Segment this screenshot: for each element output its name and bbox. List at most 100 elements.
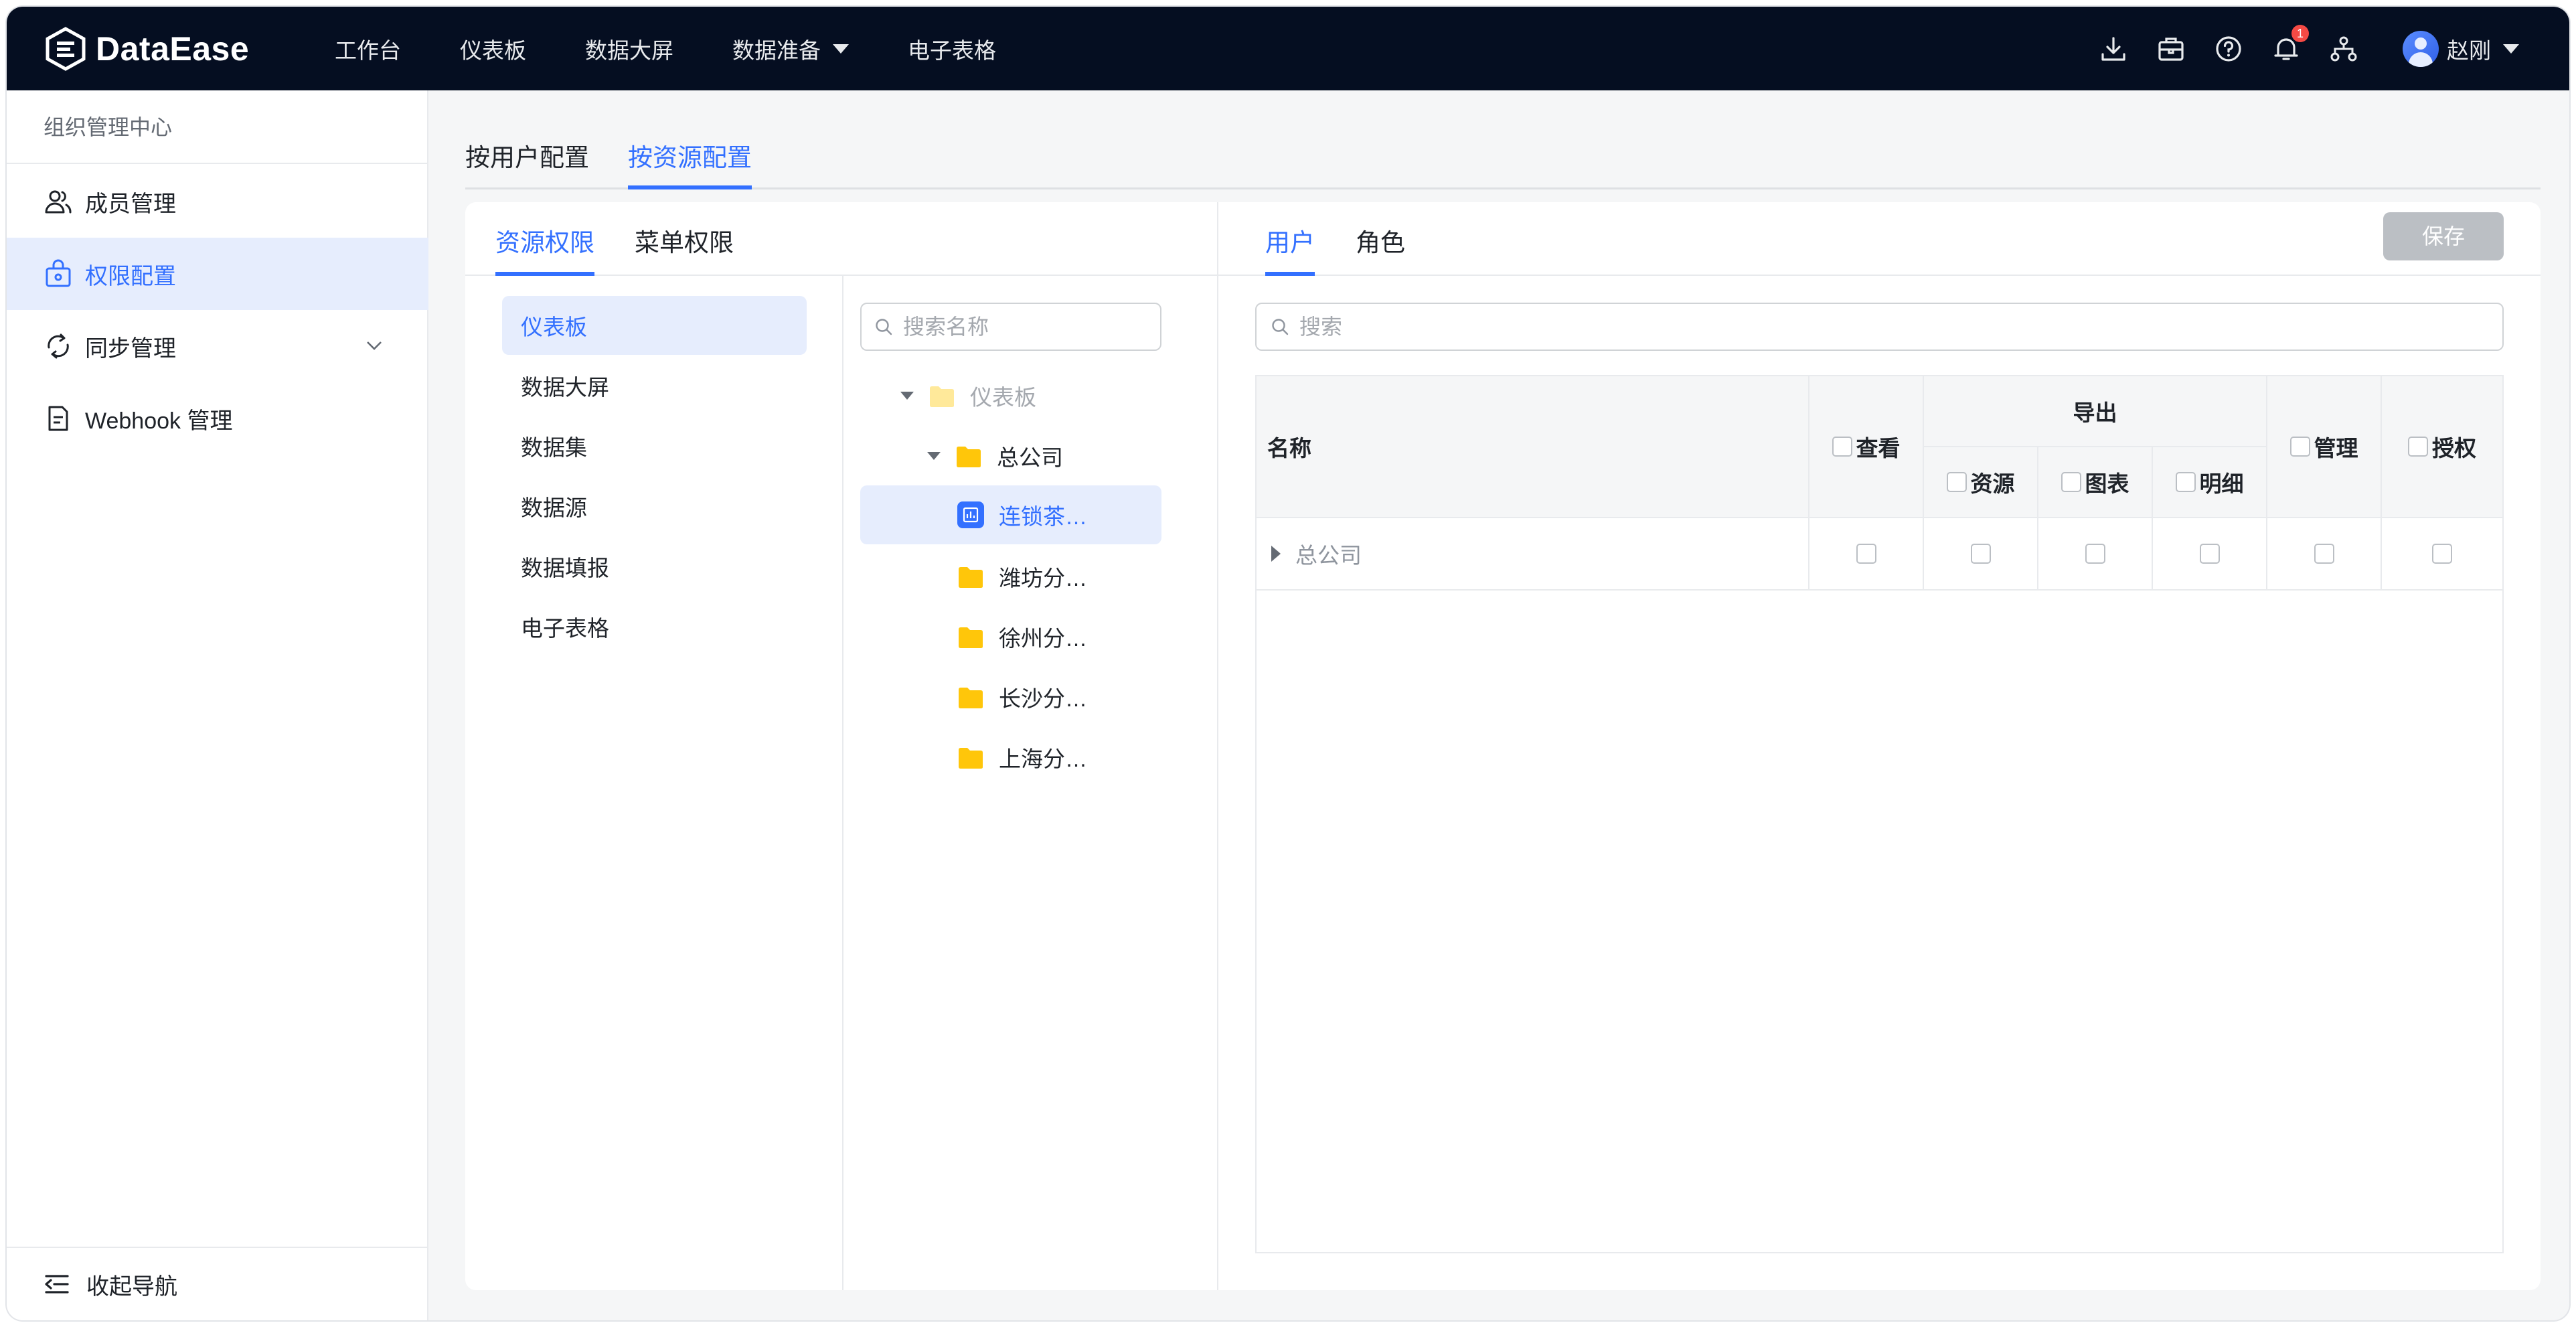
sidebar-item-label: 成员管理	[85, 191, 176, 217]
tree-node-xuzhou[interactable]: 徐州分…	[957, 607, 1087, 666]
export-resource-all-checkbox[interactable]	[1946, 472, 1967, 492]
resource-type-data-fill[interactable]: 数据填报	[502, 537, 807, 596]
resource-type-list: 仪表板 数据大屏 数据集 数据源 数据填报 电子表格	[465, 276, 843, 1290]
caret-down-icon[interactable]	[927, 452, 941, 460]
folder-icon	[957, 626, 984, 648]
users-icon	[45, 190, 72, 214]
resource-type-dataset[interactable]: 数据集	[502, 416, 807, 475]
permission-type-tabs: 资源权限 菜单权限	[465, 202, 1218, 276]
resource-type-dashboard[interactable]: 仪表板	[502, 296, 807, 355]
header-label: 查看	[1856, 436, 1901, 461]
tree-node-chain-tea[interactable]: 连锁茶…	[860, 485, 1161, 544]
chevron-down-icon[interactable]	[366, 337, 383, 354]
sidebar: 组织管理中心 成员管理 权限配置 同步管理 Webhook 管理 收起导航	[7, 90, 428, 1320]
tab-roles[interactable]: 角色	[1356, 222, 1405, 276]
top-nav: 工作台 仪表板 数据大屏 数据准备 电子表格	[335, 7, 1055, 90]
notification-bell-icon[interactable]: 1	[2271, 24, 2309, 64]
toolbox-icon[interactable]	[2156, 34, 2186, 64]
folder-icon	[957, 686, 984, 708]
folder-icon	[929, 385, 955, 407]
search-icon	[1272, 319, 1289, 335]
nav-dashboard[interactable]: 仪表板	[460, 33, 526, 65]
header-actions: 1 赵刚	[2099, 7, 2569, 90]
tree-node-weifang[interactable]: 潍坊分…	[957, 547, 1087, 606]
authorize-all-checkbox[interactable]	[2408, 437, 2428, 457]
user-menu[interactable]: 赵刚	[2403, 30, 2519, 67]
tab-menu-permission[interactable]: 菜单权限	[635, 222, 734, 276]
header-label: 资源	[1970, 471, 2015, 496]
authorization-panel: 用户 角色 保存 名称 查看 导出 资源 图表	[1218, 202, 2541, 1290]
header-label: 管理	[2314, 436, 2358, 461]
collapse-nav-button[interactable]: 收起导航	[7, 1247, 428, 1320]
tab-resource-permission[interactable]: 资源权限	[495, 222, 594, 276]
export-detail-all-checkbox[interactable]	[2175, 472, 2196, 492]
nav-data-screen[interactable]: 数据大屏	[585, 33, 673, 65]
tree-node-head-office[interactable]: 总公司	[927, 426, 1063, 485]
resource-type-data-screen[interactable]: 数据大屏	[502, 356, 807, 415]
notification-badge: 1	[2291, 24, 2309, 42]
folder-icon	[955, 445, 982, 467]
sidebar-item-webhook[interactable]: Webhook 管理	[7, 382, 428, 455]
table-row-view-cell	[1809, 518, 1924, 591]
column-header-view: 查看	[1809, 376, 1924, 518]
export-chart-checkbox[interactable]	[2085, 544, 2105, 564]
org-structure-icon[interactable]	[2329, 34, 2358, 64]
user-search-box	[1255, 303, 2504, 351]
top-header: DataEase 工作台 仪表板 数据大屏 数据准备 电子表格 1 赵刚	[7, 7, 2569, 90]
export-resource-checkbox[interactable]	[1970, 544, 1991, 564]
resource-type-datasource[interactable]: 数据源	[502, 477, 807, 536]
view-checkbox[interactable]	[1856, 544, 1876, 564]
sidebar-item-members[interactable]: 成员管理	[7, 165, 428, 238]
authorize-checkbox[interactable]	[2432, 544, 2452, 564]
sidebar-item-label: 同步管理	[85, 335, 176, 362]
column-header-manage: 管理	[2267, 376, 2382, 518]
tree-node-label: 连锁茶…	[999, 504, 1087, 529]
resource-type-spreadsheet[interactable]: 电子表格	[502, 597, 807, 656]
export-chart-all-checkbox[interactable]	[2061, 472, 2081, 492]
resource-panel: 资源权限 菜单权限 仪表板 数据大屏 数据集 数据源 数据填报 电子表格 仪表板	[465, 202, 1218, 1290]
document-icon	[48, 406, 68, 431]
download-icon[interactable]	[2099, 34, 2128, 64]
header-label: 图表	[2085, 471, 2129, 496]
save-button[interactable]: 保存	[2383, 212, 2504, 260]
column-header-name: 名称	[1257, 376, 1809, 518]
tree-node-changsha[interactable]: 长沙分…	[957, 668, 1087, 726]
table-row-manage-cell	[2267, 518, 2382, 591]
avatar	[2403, 30, 2439, 67]
nav-label: 数据准备	[732, 37, 821, 63]
caret-down-icon[interactable]	[900, 392, 914, 400]
dataease-logo[interactable]: DataEase	[44, 27, 249, 71]
sidebar-title: 组织管理中心	[7, 90, 427, 164]
tree-node-dashboard-root[interactable]: 仪表板	[900, 366, 1036, 425]
table-row-name-cell: 总公司	[1257, 518, 1809, 591]
chart-icon	[957, 501, 984, 528]
manage-checkbox[interactable]	[2314, 544, 2334, 564]
lock-bag-icon	[46, 259, 71, 287]
view-all-checkbox[interactable]	[1832, 437, 1852, 457]
help-icon[interactable]	[2214, 34, 2243, 64]
export-detail-checkbox[interactable]	[2199, 544, 2220, 564]
subject-tabs: 用户 角色 保存	[1218, 202, 2541, 276]
nav-spreadsheet[interactable]: 电子表格	[908, 33, 996, 65]
sidebar-item-permissions[interactable]: 权限配置	[7, 238, 428, 310]
permission-card: 资源权限 菜单权限 仪表板 数据大屏 数据集 数据源 数据填报 电子表格 仪表板	[465, 202, 2541, 1290]
tree-search-input[interactable]	[903, 314, 1151, 339]
manage-all-checkbox[interactable]	[2289, 437, 2310, 457]
nav-workbench[interactable]: 工作台	[335, 33, 401, 65]
tree-node-label: 总公司	[997, 445, 1063, 470]
tab-by-user[interactable]: 按用户配置	[465, 137, 589, 189]
tab-by-resource[interactable]: 按资源配置	[628, 137, 752, 189]
caret-right-icon[interactable]	[1271, 546, 1281, 562]
search-icon	[876, 319, 892, 335]
tree-node-shanghai[interactable]: 上海分…	[957, 728, 1087, 787]
tab-users[interactable]: 用户	[1265, 222, 1315, 276]
column-header-export-resource: 资源	[1924, 447, 2038, 518]
nav-data-prep[interactable]: 数据准备	[732, 33, 849, 65]
sidebar-item-sync[interactable]: 同步管理	[7, 310, 428, 382]
column-header-authorize: 授权	[2382, 376, 2502, 518]
nav-label: 数据大屏	[585, 37, 673, 63]
sidebar-item-label: 权限配置	[85, 263, 176, 289]
folder-icon	[957, 747, 984, 769]
user-search-input[interactable]	[1299, 314, 2491, 339]
sidebar-item-label: Webhook 管理	[85, 408, 233, 434]
